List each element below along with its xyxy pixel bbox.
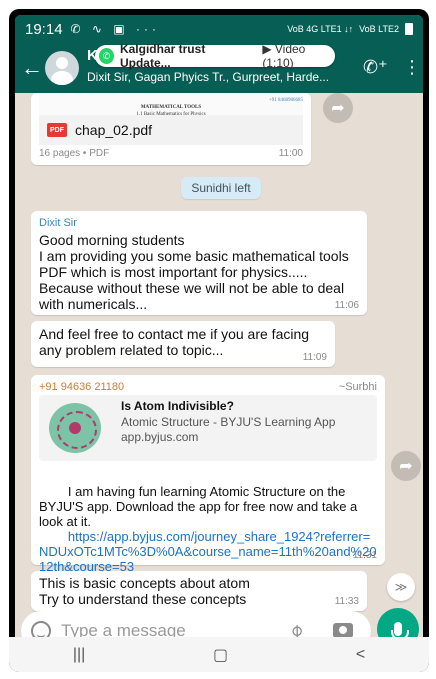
back-button[interactable]: < (356, 646, 365, 664)
scroll-down-icon[interactable]: ≫ (387, 573, 415, 601)
message-time: 11:33 (334, 596, 359, 607)
chat-area[interactable]: +91 8468986685 MATHEMATICAL TOOLS 1.1 Ba… (15, 93, 423, 611)
sender-row: +91 94636 21180 ~Surbhi (39, 381, 377, 393)
message-time: 11:00 (278, 148, 303, 159)
message-text: Good morning students I am providing you… (39, 232, 349, 312)
pip-title: Kalgidhar trust Update... (119, 42, 206, 70)
more-menu-icon[interactable]: ⋮ (403, 57, 421, 78)
sender-phone[interactable]: +91 94636 21180 (39, 381, 124, 393)
message-text: I am having fun learning Atomic Structur… (39, 484, 361, 529)
pdf-preview-title: MATHEMATICAL TOOLS (140, 105, 202, 110)
mic-icon (391, 622, 409, 640)
video-pip-banner[interactable]: ✆ Kalgidhar trust Update... ▶ Video (1:1… (95, 42, 335, 70)
message-time: 11:06 (334, 300, 359, 311)
recents-button[interactable]: ||| (73, 646, 85, 664)
message-text: This is basic concepts about atom Try to… (39, 575, 250, 607)
message-bubble[interactable]: Dixit Sir Good morning students I am pro… (31, 211, 367, 315)
pdf-icon: PDF (47, 123, 67, 137)
video-duration: ▶ Video (1:10) (262, 42, 306, 70)
status-time: 19:14 (25, 20, 63, 38)
message-link[interactable]: https://app.byjus.com/journey_share_1924… (39, 529, 377, 574)
pdf-file-row[interactable]: PDF chap_02.pdf (39, 115, 303, 145)
camera-icon[interactable] (333, 623, 353, 638)
message-bubble[interactable]: +91 94636 21180 ~Surbhi Is Atom Indivisi… (31, 375, 385, 574)
message-bubble[interactable]: This is basic concepts about atom Try to… (31, 571, 367, 611)
notification-icons: ✆ ∿ ▣ ··· (70, 22, 160, 36)
forward-icon[interactable]: ➦ (391, 451, 421, 481)
group-members: Dixit Sir, Gagan Phyics Tr., Gurpreet, H… (87, 70, 330, 84)
battery-icon (405, 23, 413, 35)
phone-frame: 19:14 ✆ ∿ ▣ ··· VoB 4G LTE1 ↓↑ VoB LTE2 … (9, 9, 429, 672)
message-time: 11:31 (352, 550, 377, 561)
chat-header: ← Kalgidhar trust Update... Dixit Sir, G… (15, 42, 423, 93)
message-text: And feel free to contact me if you are f… (39, 326, 313, 358)
home-button[interactable]: ▢ (213, 645, 228, 665)
link-domain: app.byjus.com (121, 430, 199, 444)
network-1: VoB 4G LTE1 ↓↑ (287, 24, 354, 34)
atom-thumbnail (49, 403, 101, 453)
message-bubble[interactable]: And feel free to contact me if you are f… (31, 321, 335, 367)
pdf-preview-phone: +91 8468986685 (268, 98, 303, 103)
sender-name: Dixit Sir (39, 217, 77, 229)
add-call-icon[interactable]: ✆⁺ (363, 57, 388, 78)
whatsapp-icon: ✆ (99, 48, 114, 64)
link-preview-text: Is Atom Indivisible? Atomic Structure - … (121, 399, 371, 444)
system-message: Sunidhi left (181, 177, 261, 199)
pdf-message[interactable]: +91 8468986685 MATHEMATICAL TOOLS 1.1 Ba… (31, 93, 311, 165)
message-time: 11:09 (302, 352, 327, 363)
status-right: VoB 4G LTE1 ↓↑ VoB LTE2 (287, 23, 413, 35)
link-preview-card[interactable]: Is Atom Indivisible? Atomic Structure - … (39, 395, 377, 461)
system-nav-bar: ||| ▢ < (9, 637, 429, 672)
forward-icon[interactable]: ➦ (323, 93, 353, 123)
pdf-meta: 16 pages • PDF (39, 148, 110, 159)
screen: 19:14 ✆ ∿ ▣ ··· VoB 4G LTE1 ↓↑ VoB LTE2 … (15, 15, 423, 666)
pdf-filename: chap_02.pdf (75, 122, 153, 138)
link-title: Is Atom Indivisible? (121, 399, 234, 413)
network-2: VoB LTE2 (359, 24, 399, 34)
sender-alias: ~Surbhi (338, 381, 377, 393)
pdf-preview: +91 8468986685 MATHEMATICAL TOOLS 1.1 Ba… (39, 93, 303, 117)
back-arrow-icon[interactable]: ← (21, 55, 43, 81)
link-description: Atomic Structure - BYJU'S Learning App (121, 415, 336, 429)
group-avatar[interactable] (45, 51, 79, 85)
status-bar: 19:14 ✆ ∿ ▣ ··· VoB 4G LTE1 ↓↑ VoB LTE2 (15, 15, 423, 43)
video-label: Video (1:10) (262, 42, 306, 70)
